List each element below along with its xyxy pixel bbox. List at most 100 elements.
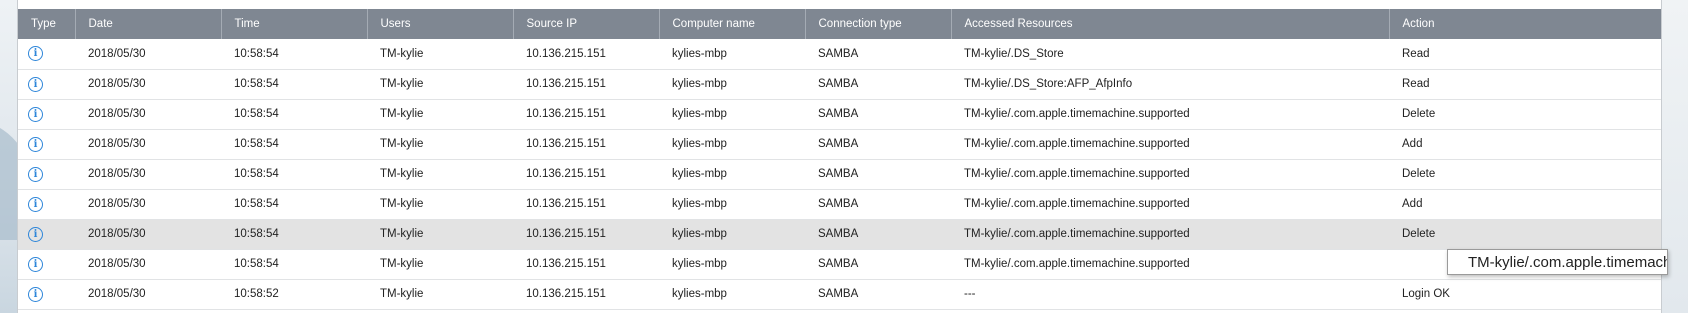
- info-icon: i: [28, 286, 43, 302]
- cell-computer-name: kylies-mbp: [672, 108, 727, 120]
- cell-type: i: [18, 129, 75, 159]
- cell-action: Delete: [1402, 228, 1436, 240]
- cell-user: TM-kylie: [380, 47, 424, 60]
- info-icon: i: [28, 76, 43, 92]
- cell-connection-type: SAMBA: [818, 228, 859, 240]
- cell-source-ip: 10.136.215.151: [526, 78, 606, 90]
- cell-date: 2018/05/30: [88, 288, 146, 300]
- cell-time: 10:58:54: [234, 198, 279, 210]
- cell-connection-type: SAMBA: [818, 138, 859, 150]
- cell-action: Delete: [1402, 108, 1436, 120]
- cell-computer-name: kylies-mbp: [672, 47, 727, 60]
- table-row[interactable]: i 2018/05/30 10:58:54 TM-kylie 10.136.215.15…: [18, 99, 1661, 129]
- cell-computer-name: kylies-mbp: [672, 288, 727, 300]
- cell-connection-type: SAMBA: [818, 168, 859, 180]
- cell-action: Login OK: [1402, 288, 1450, 300]
- cell-accessed-resource: TM-kylie/.DS_Store:AFP_AfpInfo: [964, 78, 1133, 90]
- cell-action: Read: [1402, 47, 1430, 60]
- info-icon: i: [28, 136, 43, 152]
- cell-connection-type: SAMBA: [818, 47, 859, 60]
- cell-user: TM-kylie: [380, 198, 424, 210]
- cell-time: 10:58:54: [234, 168, 279, 180]
- cell-accessed-resource: TM-kylie/.com.apple.timemachine.supporte…: [964, 258, 1190, 270]
- cell-date: 2018/05/30: [88, 138, 146, 150]
- cell-accessed-resource: TM-kylie/.com.apple.timemachine.supporte…: [964, 138, 1190, 150]
- cell-source-ip: 10.136.215.151: [526, 228, 606, 240]
- column-header-date[interactable]: Date: [75, 9, 222, 39]
- cell-user: TM-kylie: [380, 108, 424, 120]
- cell-accessed-resource: ---: [964, 288, 976, 300]
- cell-user: TM-kylie: [380, 258, 424, 270]
- cell-type: i: [18, 69, 75, 99]
- table-row[interactable]: i 2018/05/30 10:58:54 TM-kylie 10.136.215.15…: [18, 189, 1661, 219]
- cell-user: TM-kylie: [380, 168, 424, 180]
- cell-user: TM-kylie: [380, 78, 424, 90]
- column-header-time[interactable]: Time: [221, 9, 368, 39]
- column-header-connection-type[interactable]: Connection type: [805, 9, 952, 39]
- cell-source-ip: 10.136.215.151: [526, 198, 606, 210]
- table-row[interactable]: i 2018/05/30 10:58:52 TM-kylie 10.136.215.15…: [18, 279, 1661, 309]
- cell-computer-name: kylies-mbp: [672, 168, 727, 180]
- cell-connection-type: SAMBA: [818, 258, 859, 270]
- cell-type: i: [18, 39, 75, 69]
- info-icon: i: [28, 196, 43, 212]
- cell-time: 10:58:54: [234, 138, 279, 150]
- cell-type: i: [18, 279, 75, 309]
- table-row[interactable]: i 2018/05/30 10:58:54 TM-kylie 10.136.215.15…: [18, 159, 1661, 189]
- cell-action: Delete: [1402, 168, 1436, 180]
- cell-connection-type: SAMBA: [818, 108, 859, 120]
- cell-type: i: [18, 249, 75, 279]
- cell-source-ip: 10.136.215.151: [526, 258, 606, 270]
- cell-accessed-resource: TM-kylie/.com.apple.timemachine.supporte…: [964, 108, 1190, 120]
- cell-source-ip: 10.136.215.151: [526, 138, 606, 150]
- table-row[interactable]: i 2018/05/30 10:58:54 TM-kylie 10.136.215.15…: [18, 129, 1661, 159]
- table-row[interactable]: i 2018/05/30 10:58:54 TM-kylie 10.136.215.15…: [18, 249, 1661, 279]
- cell-date: 2018/05/30: [88, 168, 146, 180]
- cell-connection-type: SAMBA: [818, 288, 859, 300]
- column-header-accessed-resources[interactable]: Accessed Resources: [951, 9, 1390, 39]
- cell-date: 2018/05/30: [88, 108, 146, 120]
- log-panel: Type Date Time Users Source IP Computer …: [17, 0, 1662, 313]
- cell-date: 2018/05/30: [88, 228, 146, 240]
- cell-computer-name: kylies-mbp: [672, 198, 727, 210]
- cell-user: TM-kylie: [380, 288, 424, 300]
- cell-accessed-resource: TM-kylie/.DS_Store: [964, 47, 1064, 60]
- cell-computer-name: kylies-mbp: [672, 258, 727, 270]
- info-icon: i: [28, 226, 43, 242]
- column-header-source-ip[interactable]: Source IP: [513, 9, 660, 39]
- cell-type: i: [18, 99, 75, 129]
- cell-computer-name: kylies-mbp: [672, 138, 727, 150]
- cell-source-ip: 10.136.215.151: [526, 47, 606, 60]
- cell-user: TM-kylie: [380, 228, 424, 240]
- column-header-computer-name[interactable]: Computer name: [659, 9, 806, 39]
- info-icon: i: [28, 46, 43, 62]
- cell-time: 10:58:54: [234, 228, 279, 240]
- cell-type: i: [18, 159, 75, 189]
- cell-action: Add: [1402, 138, 1423, 150]
- table-body: i 2018/05/30 10:58:54 TM-kylie 10.136.215.15…: [18, 39, 1661, 309]
- table-row[interactable]: i 2018/05/30 10:58:54 TM-kylie 10.136.215.15…: [18, 219, 1661, 249]
- panel-top-edge: [18, 0, 1661, 9]
- column-header-action[interactable]: Action: [1389, 9, 1661, 39]
- cell-user: TM-kylie: [380, 138, 424, 150]
- cell-source-ip: 10.136.215.151: [526, 288, 606, 300]
- cell-time: 10:58:54: [234, 108, 279, 120]
- cell-type: i: [18, 219, 75, 249]
- cell-source-ip: 10.136.215.151: [526, 108, 606, 120]
- cell-date: 2018/05/30: [88, 78, 146, 90]
- info-icon: i: [28, 256, 43, 272]
- cell-type: i: [18, 189, 75, 219]
- cell-accessed-resource: TM-kylie/.com.apple.timemachine.supporte…: [964, 168, 1190, 180]
- access-log-table: Type Date Time Users Source IP Computer …: [18, 9, 1661, 310]
- table-row[interactable]: i 2018/05/30 10:58:54 TM-kylie 10.136.215.15…: [18, 39, 1661, 69]
- cell-connection-type: SAMBA: [818, 78, 859, 90]
- cell-accessed-resource: TM-kylie/.com.apple.timemachine.supporte…: [964, 228, 1190, 240]
- column-header-type[interactable]: Type: [18, 9, 76, 39]
- cell-action: Add: [1402, 198, 1423, 210]
- table-row[interactable]: i 2018/05/30 10:58:54 TM-kylie 10.136.215.15…: [18, 69, 1661, 99]
- cell-date: 2018/05/30: [88, 198, 146, 210]
- cell-accessed-resource: TM-kylie/.com.apple.timemachine.supporte…: [964, 198, 1190, 210]
- column-header-users[interactable]: Users: [367, 9, 514, 39]
- info-icon: i: [28, 166, 43, 182]
- cell-computer-name: kylies-mbp: [672, 78, 727, 90]
